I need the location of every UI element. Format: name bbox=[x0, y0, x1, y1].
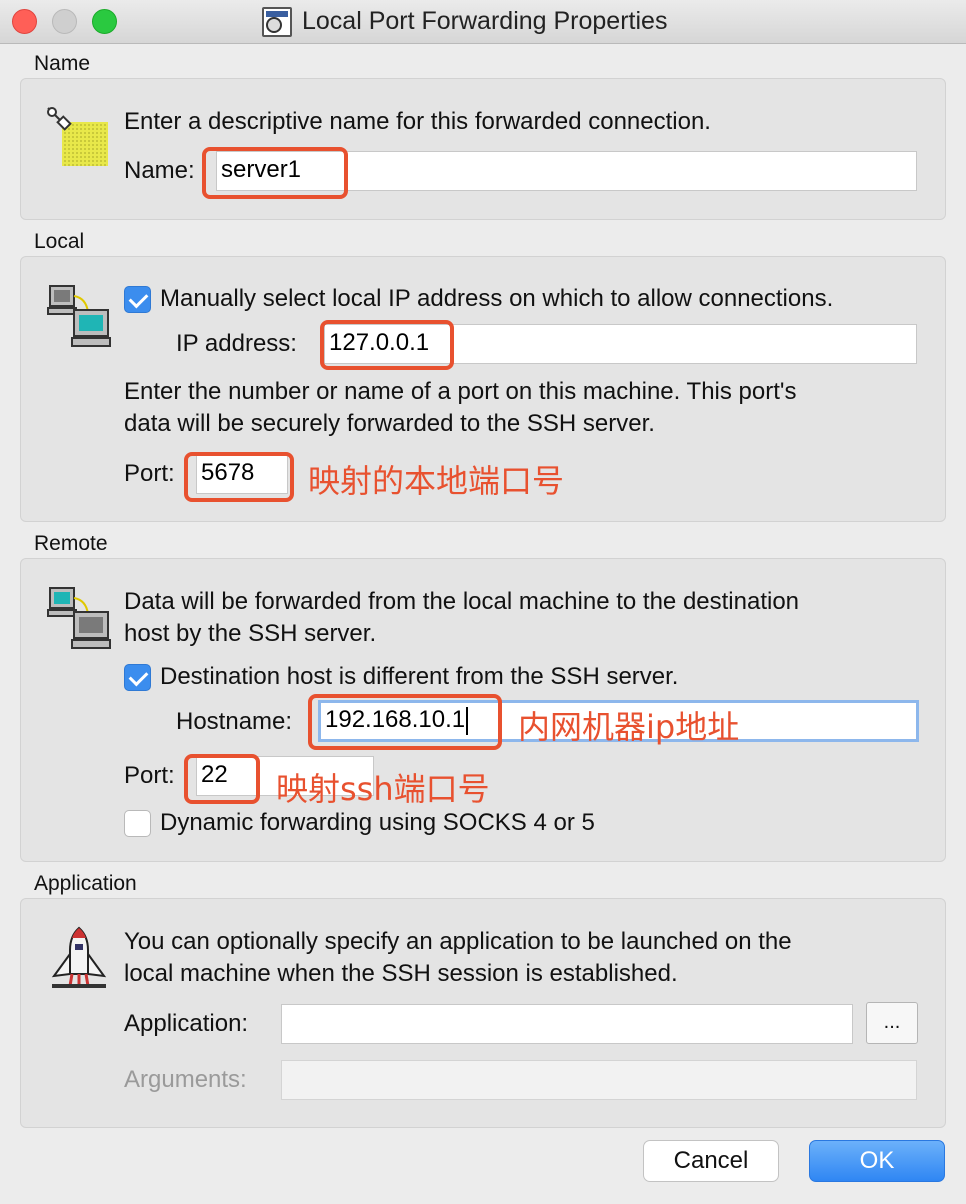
remote-section-label: Remote bbox=[34, 532, 108, 555]
application-label: Application: bbox=[124, 1010, 249, 1037]
socks-checkbox[interactable] bbox=[124, 810, 151, 837]
zoom-window-button[interactable] bbox=[92, 9, 117, 34]
destination-host-checkbox[interactable] bbox=[124, 664, 151, 691]
name-input[interactable]: server1 bbox=[216, 151, 917, 191]
window-app-icon bbox=[262, 7, 292, 37]
ip-address-label: IP address: bbox=[176, 330, 297, 357]
text-caret bbox=[466, 706, 469, 735]
tag-icon bbox=[47, 107, 108, 166]
ip-address-input[interactable]: 127.0.0.1 bbox=[324, 324, 917, 364]
local-port-input[interactable]: 5678 bbox=[196, 454, 288, 494]
window-title: Local Port Forwarding Properties bbox=[302, 7, 668, 35]
name-section-label: Name bbox=[34, 52, 91, 75]
remote-description-line1: Data will be forwarded from the local ma… bbox=[124, 588, 800, 615]
arguments-label: Arguments: bbox=[124, 1066, 247, 1093]
remote-computer-icon bbox=[47, 587, 111, 649]
name-group bbox=[20, 78, 946, 220]
application-description-line2: local machine when the SSH session is es… bbox=[124, 960, 678, 987]
application-description-line1: You can optionally specify an applicatio… bbox=[124, 928, 792, 955]
application-section-label: Application bbox=[34, 872, 137, 895]
hostname-label: Hostname: bbox=[176, 708, 293, 735]
minimize-window-button[interactable] bbox=[52, 9, 77, 34]
remote-description-line2: host by the SSH server. bbox=[124, 620, 377, 647]
hostname-annotation: 内网机器ip地址 bbox=[518, 708, 740, 746]
cancel-button[interactable]: Cancel bbox=[643, 1140, 779, 1182]
socks-checkbox-label: Dynamic forwarding using SOCKS 4 or 5 bbox=[160, 809, 595, 836]
local-computer-icon bbox=[47, 285, 111, 347]
shuttle-icon bbox=[51, 926, 107, 988]
name-label: Name: bbox=[124, 157, 195, 184]
title-bar: Local Port Forwarding Properties bbox=[0, 0, 966, 44]
local-port-label: Port: bbox=[124, 460, 175, 487]
ok-button[interactable]: OK bbox=[809, 1140, 945, 1182]
hostname-value: 192.168.10.1 bbox=[325, 706, 466, 733]
manual-ip-checkbox-label: Manually select local IP address on whic… bbox=[160, 285, 834, 312]
local-port-description-line1: Enter the number or name of a port on th… bbox=[124, 378, 797, 405]
manual-ip-checkbox[interactable] bbox=[124, 286, 151, 313]
arguments-input[interactable] bbox=[281, 1060, 917, 1100]
destination-host-checkbox-label: Destination host is different from the S… bbox=[160, 663, 679, 690]
close-window-button[interactable] bbox=[12, 9, 37, 34]
local-section-label: Local bbox=[34, 230, 85, 253]
name-description: Enter a descriptive name for this forwar… bbox=[124, 108, 711, 135]
application-input[interactable] bbox=[281, 1004, 853, 1044]
local-port-annotation: 映射的本地端口号 bbox=[308, 462, 565, 500]
remote-port-label: Port: bbox=[124, 762, 175, 789]
browse-application-button[interactable]: ... bbox=[866, 1002, 918, 1044]
local-port-description-line2: data will be securely forwarded to the S… bbox=[124, 410, 655, 437]
remote-port-annotation: 映射ssh端口号 bbox=[276, 770, 490, 808]
